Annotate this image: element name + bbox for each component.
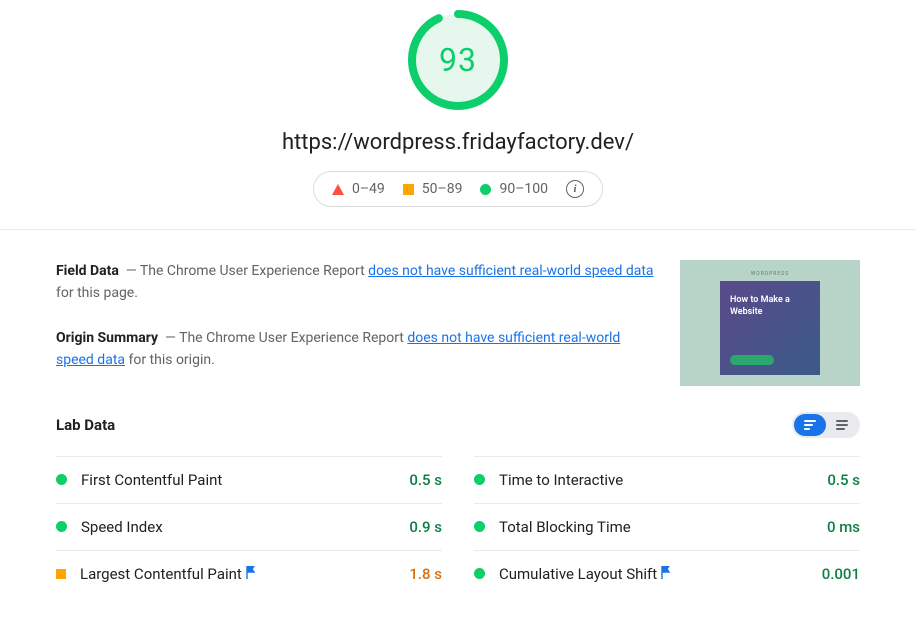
metric-value: 0.9 s [409,518,442,536]
legend-good: 90–100 [480,181,548,197]
circle-icon [474,521,485,532]
square-icon [56,569,66,579]
metric-row[interactable]: First Contentful Paint0.5 s [56,456,442,503]
circle-icon [56,521,67,532]
metric-name: Time to Interactive [499,471,827,489]
origin-summary-text: Origin Summary — The Chrome User Experie… [56,327,656,372]
circle-icon [474,568,485,579]
view-toggle-compact[interactable] [826,414,858,436]
metrics-column-left: First Contentful Paint0.5 sSpeed Index0.… [56,456,442,597]
legend-poor: 0–49 [332,181,385,197]
bars-left-icon [804,420,816,430]
thumbnail-cta [730,355,774,365]
circle-icon [480,184,491,195]
metric-value: 0.5 s [827,471,860,489]
metric-row[interactable]: Total Blocking Time0 ms [474,503,860,550]
metric-value: 0 ms [827,518,860,536]
field-data-link[interactable]: does not have sufficient real-world spee… [368,263,653,279]
metric-row[interactable]: Speed Index0.9 s [56,503,442,550]
metric-row[interactable]: Cumulative Layout Shift0.001 [474,550,860,597]
info-icon[interactable]: i [566,180,584,198]
circle-icon [56,474,67,485]
triangle-icon [332,184,344,195]
metric-value: 1.8 s [409,565,442,583]
square-icon [403,184,414,195]
view-toggle-expanded[interactable] [794,414,826,436]
tested-url: https://wordpress.fridayfactory.dev/ [0,130,916,155]
metric-name: First Contentful Paint [81,471,409,489]
metric-row[interactable]: Time to Interactive0.5 s [474,456,860,503]
score-gauge: 93 [406,8,510,112]
flag-icon [661,566,672,582]
flag-icon [246,566,257,582]
metric-name: Cumulative Layout Shift [499,565,822,583]
metrics-column-right: Time to Interactive0.5 sTotal Blocking T… [474,456,860,597]
circle-icon [474,474,485,485]
lab-data-heading: Lab Data [56,416,115,434]
score-value: 93 [406,8,510,112]
metric-name: Largest Contentful Paint [80,565,409,583]
metric-value: 0.5 s [409,471,442,489]
view-toggle [792,412,860,438]
metric-value: 0.001 [822,565,860,583]
score-hero: 93 https://wordpress.fridayfactory.dev/ … [0,0,916,229]
legend-avg: 50–89 [403,181,463,197]
page-screenshot-thumbnail[interactable]: WORDPRESS How to Make a Website [680,260,860,386]
field-data-text: Field Data — The Chrome User Experience … [56,260,656,305]
bars-icon [836,420,848,430]
metric-name: Speed Index [81,518,409,536]
metric-row[interactable]: Largest Contentful Paint1.8 s [56,550,442,597]
metric-name: Total Blocking Time [499,518,827,536]
score-legend: 0–49 50–89 90–100 i [313,171,603,207]
